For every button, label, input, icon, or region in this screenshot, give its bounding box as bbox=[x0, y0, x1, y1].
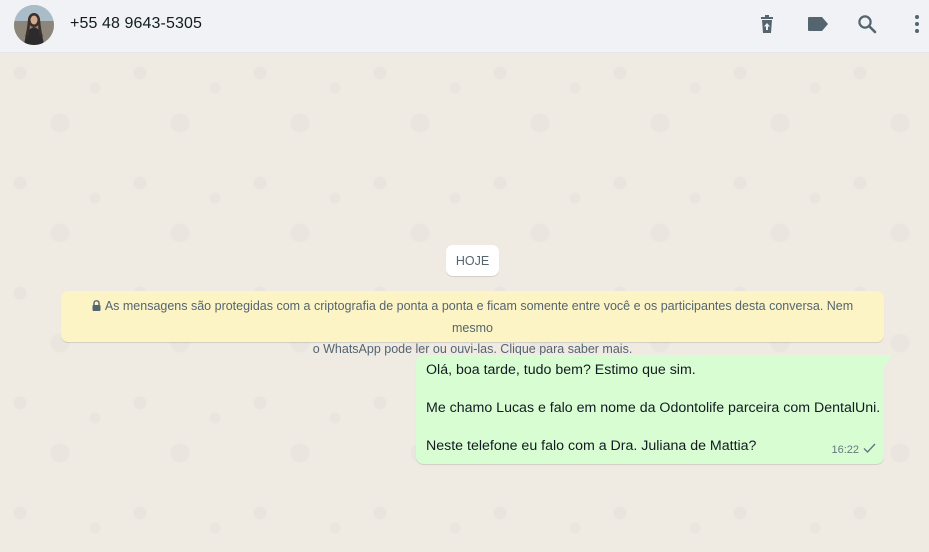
menu-icon[interactable] bbox=[905, 12, 929, 36]
contact-avatar[interactable] bbox=[14, 5, 54, 45]
delete-icon[interactable] bbox=[755, 12, 779, 36]
day-divider: HOJE bbox=[446, 245, 499, 276]
encryption-notice[interactable]: As mensagens são protegidas com a cripto… bbox=[61, 291, 884, 356]
outgoing-message[interactable]: Olá, boa tarde, tudo bem? Estimo que sim… bbox=[416, 355, 892, 464]
message-meta: 16:22 bbox=[831, 441, 876, 460]
search-icon[interactable] bbox=[855, 12, 879, 36]
contact-name[interactable]: +55 48 9643-5305 bbox=[70, 15, 202, 33]
message-line: Me chamo Lucas e falo em nome da Odontol… bbox=[426, 400, 881, 416]
encryption-notice-line1: As mensagens são protegidas com a cripto… bbox=[104, 299, 854, 335]
message-line: Neste telefone eu falo com a Dra. Julian… bbox=[426, 438, 757, 454]
message-time: 16:22 bbox=[831, 444, 859, 456]
message-line: Olá, boa tarde, tudo bem? Estimo que sim… bbox=[426, 362, 696, 378]
lock-icon bbox=[92, 297, 101, 318]
chat-header: +55 48 9643-5305 bbox=[0, 0, 929, 53]
bubble-tail bbox=[884, 355, 892, 368]
single-check-icon bbox=[863, 441, 876, 460]
encryption-notice-line2: o WhatsApp pode ler ou ouvi-las. Clique … bbox=[312, 342, 633, 356]
label-icon[interactable] bbox=[806, 12, 830, 36]
